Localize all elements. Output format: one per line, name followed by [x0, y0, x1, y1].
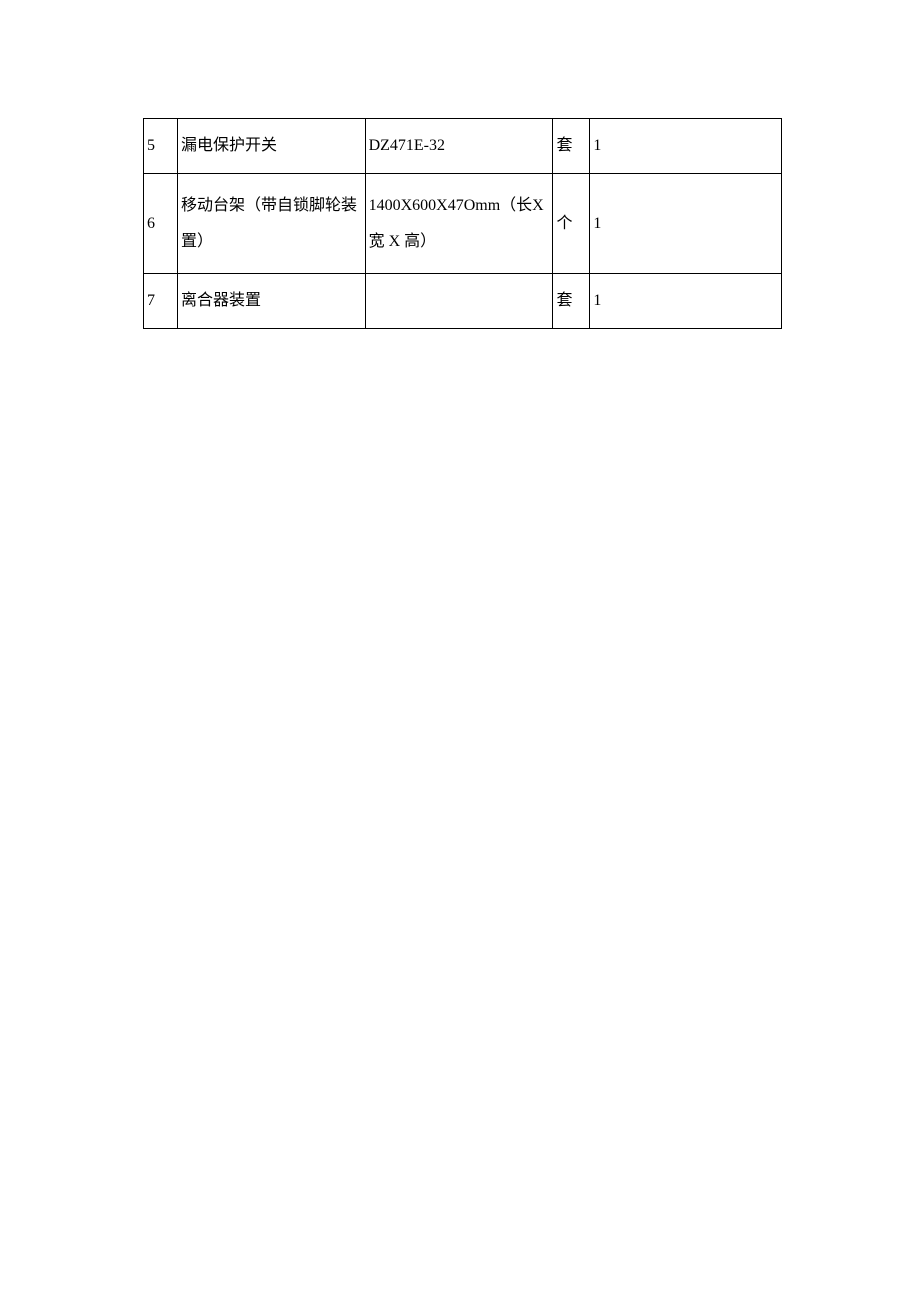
row-spec: 1400X600X47Omm（长X 宽 X 高） — [368, 184, 551, 262]
row-index: 7 — [146, 279, 175, 322]
table-row: 6 移动台架（带自锁脚轮装置） 1400X600X47Omm（长X 宽 X 高）… — [144, 174, 782, 274]
row-index: 5 — [146, 124, 175, 167]
row-qty: 1 — [592, 202, 779, 245]
row-unit: 套 — [555, 279, 587, 322]
row-unit: 个 — [555, 202, 587, 245]
row-name: 移动台架（带自锁脚轮装置） — [180, 184, 363, 262]
row-qty: 1 — [592, 279, 779, 322]
row-spec: DZ471E-32 — [368, 124, 551, 167]
row-name: 离合器装置 — [180, 279, 363, 322]
row-spec — [368, 297, 551, 305]
table-row: 5 漏电保护开关 DZ471E-32 套 1 — [144, 119, 782, 174]
row-unit: 套 — [555, 124, 587, 167]
spec-table-container: 5 漏电保护开关 DZ471E-32 套 1 6 移动台架（带自锁脚轮装置） 1… — [143, 118, 782, 329]
row-qty: 1 — [592, 124, 779, 167]
table-row: 7 离合器装置 套 1 — [144, 274, 782, 329]
spec-table: 5 漏电保护开关 DZ471E-32 套 1 6 移动台架（带自锁脚轮装置） 1… — [143, 118, 782, 329]
row-index: 6 — [146, 202, 175, 245]
row-name: 漏电保护开关 — [180, 124, 363, 167]
